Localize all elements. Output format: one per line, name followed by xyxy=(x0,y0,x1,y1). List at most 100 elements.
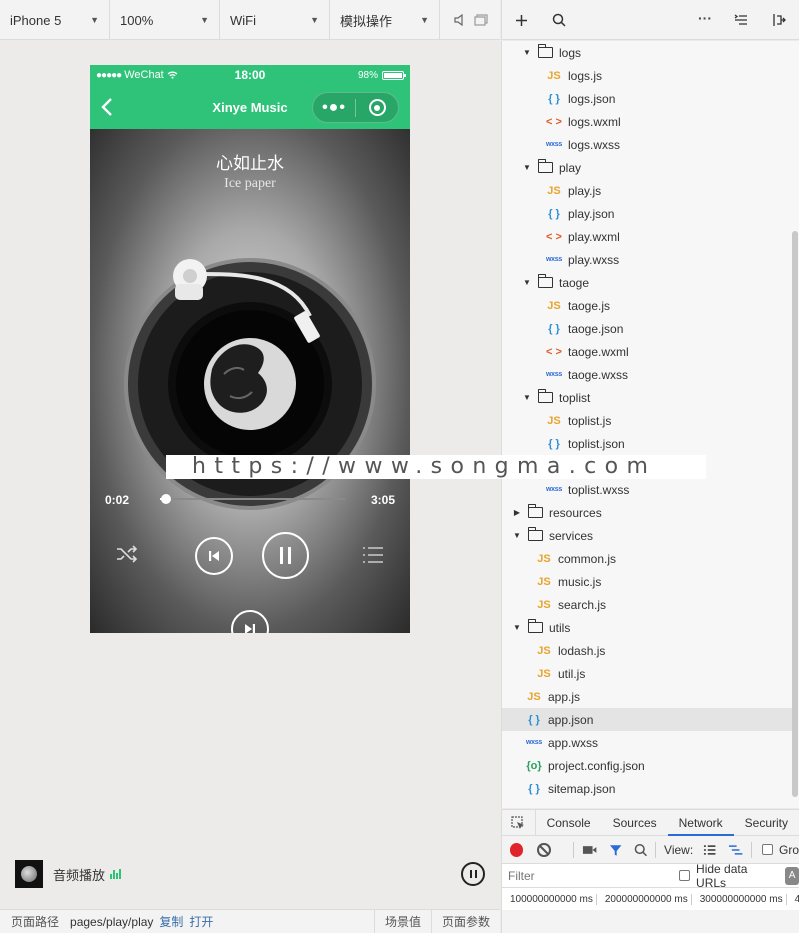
chevron-down-icon[interactable]: ▼ xyxy=(522,48,532,57)
js-file-icon: JS xyxy=(537,644,551,657)
hide-data-urls-checkbox[interactable] xyxy=(679,870,691,881)
tab-sources[interactable]: Sources xyxy=(602,810,668,836)
shuffle-icon[interactable] xyxy=(115,544,139,564)
tree-file[interactable]: JS lodash.js xyxy=(502,639,794,662)
chevron-down-icon[interactable]: ▼ xyxy=(512,623,522,632)
pause-button[interactable] xyxy=(262,532,309,579)
tree-file[interactable]: JS taoge.js xyxy=(502,294,794,317)
status-time: 18:00 xyxy=(234,68,266,82)
tree-folder[interactable]: ▼ play xyxy=(502,156,794,179)
page-path: pages/play/play xyxy=(70,914,154,929)
view-label: View: xyxy=(664,842,694,857)
tree-folder[interactable]: ▶ resources xyxy=(502,501,794,524)
tree-folder[interactable]: ▼ utils xyxy=(502,616,794,639)
inspect-icon[interactable] xyxy=(502,809,536,836)
split-icon[interactable] xyxy=(772,13,786,27)
filter-icon[interactable] xyxy=(609,843,622,857)
tree-file[interactable]: < > logs.wxml xyxy=(502,110,794,133)
previous-button[interactable] xyxy=(195,537,233,575)
operation-select[interactable]: 模拟操作 ▼ xyxy=(330,0,440,40)
tree-label: logs.json xyxy=(568,91,616,106)
file-tree: ▼ logs JS logs.js { } logs.json < > logs.wxml wx… xyxy=(501,41,799,808)
scrollbar[interactable] xyxy=(792,231,798,797)
tree-file[interactable]: wxss taoge.wxss xyxy=(502,363,794,386)
tree-label: toplist.json xyxy=(568,436,625,451)
tree-file[interactable]: JS common.js xyxy=(502,547,794,570)
watermark: https://www.songma.com xyxy=(166,455,706,479)
search-icon[interactable] xyxy=(634,843,647,857)
tree-file[interactable]: wxss app.wxss xyxy=(502,731,794,754)
tree-file[interactable]: wxss play.wxss xyxy=(502,248,794,271)
wxml-file-icon: < > xyxy=(546,115,562,128)
tree-file[interactable]: JS util.js xyxy=(502,662,794,685)
tree-label: app.json xyxy=(548,712,594,727)
tree-file[interactable]: wxss toplist.wxss xyxy=(502,478,794,501)
tree-file[interactable]: { } play.json xyxy=(502,202,794,225)
chevron-down-icon[interactable]: ▼ xyxy=(522,278,532,287)
filter-input[interactable] xyxy=(508,866,666,885)
background-audio-bar[interactable]: 音频播放 xyxy=(15,860,485,888)
tree-file[interactable]: JS logs.js xyxy=(502,64,794,87)
progress-slider[interactable] xyxy=(160,494,345,504)
window-icon[interactable] xyxy=(474,13,488,26)
chevron-down-icon[interactable]: ▼ xyxy=(512,531,522,540)
skip-back-icon xyxy=(209,551,219,561)
tree-folder[interactable]: ▼ services xyxy=(502,524,794,547)
folder-icon xyxy=(538,159,553,173)
tab-console[interactable]: Console xyxy=(536,810,602,836)
chevron-right-icon[interactable]: ▶ xyxy=(512,508,522,517)
tree-file[interactable]: { } app.json xyxy=(502,708,794,731)
tree-file[interactable]: {o} project.config.json xyxy=(502,754,794,777)
scene-value-button[interactable]: 场景值 xyxy=(373,909,431,933)
audio-pause-button[interactable] xyxy=(461,862,485,886)
chevron-down-icon[interactable]: ▼ xyxy=(522,163,532,172)
tree-file[interactable]: < > taoge.wxml xyxy=(502,340,794,363)
tree-file[interactable]: JS music.js xyxy=(502,570,794,593)
next-button[interactable] xyxy=(231,610,269,633)
group-checkbox[interactable] xyxy=(762,844,773,855)
tree-label: common.js xyxy=(558,551,617,566)
close-miniprogram-button[interactable] xyxy=(356,99,398,116)
device-select[interactable]: iPhone 5 ▼ xyxy=(0,0,110,40)
more-icon[interactable]: ··· xyxy=(698,10,712,26)
open-link[interactable]: 打开 xyxy=(189,913,213,930)
tree-file[interactable]: JS app.js xyxy=(502,685,794,708)
playlist-icon[interactable] xyxy=(362,546,384,564)
json-file-icon: { } xyxy=(528,782,540,795)
tree-folder[interactable]: ▼ logs xyxy=(502,41,794,64)
collapse-icon[interactable] xyxy=(734,14,748,26)
tree-file[interactable]: { } toplist.json xyxy=(502,432,794,455)
chevron-down-icon[interactable]: ▼ xyxy=(522,393,532,402)
tab-security[interactable]: Security xyxy=(734,810,799,836)
tree-file[interactable]: < > play.wxml xyxy=(502,225,794,248)
config-file-icon: {o} xyxy=(526,759,542,772)
record-icon[interactable] xyxy=(510,842,524,857)
list-view-icon[interactable] xyxy=(703,844,716,856)
network-select[interactable]: WiFi ▼ xyxy=(220,0,330,40)
camera-icon[interactable] xyxy=(582,844,597,856)
mute-icon[interactable] xyxy=(454,13,464,26)
tree-file[interactable]: { } sitemap.json xyxy=(502,777,794,800)
search-icon[interactable] xyxy=(552,13,566,27)
more-dots-icon[interactable]: •●• xyxy=(313,99,355,117)
page-params-button[interactable]: 页面参数 xyxy=(430,909,500,933)
tree-file[interactable]: wxss logs.wxss xyxy=(502,133,794,156)
waterfall-icon[interactable] xyxy=(728,844,743,856)
tree-folder[interactable]: ▼ taoge xyxy=(502,271,794,294)
tree-file[interactable]: JS toplist.js xyxy=(502,409,794,432)
tree-file[interactable]: { } taoge.json xyxy=(502,317,794,340)
tree-file[interactable]: JS play.js xyxy=(502,179,794,202)
progress-knob[interactable] xyxy=(160,494,171,504)
zoom-select[interactable]: 100% ▼ xyxy=(110,0,220,40)
tree-file[interactable]: JS search.js xyxy=(502,593,794,616)
tree-file[interactable]: { } logs.json xyxy=(502,87,794,110)
network-toolbar: View: Gro xyxy=(502,836,799,864)
wxss-file-icon: wxss xyxy=(546,371,562,378)
add-icon[interactable] xyxy=(515,14,528,27)
clear-icon[interactable] xyxy=(537,842,551,857)
js-file-icon: JS xyxy=(537,598,551,611)
copy-link[interactable]: 复制 xyxy=(159,913,183,930)
tab-network[interactable]: Network xyxy=(667,810,734,836)
tree-folder[interactable]: ▼ toplist xyxy=(502,386,794,409)
all-filter-chip[interactable]: A xyxy=(785,866,799,885)
